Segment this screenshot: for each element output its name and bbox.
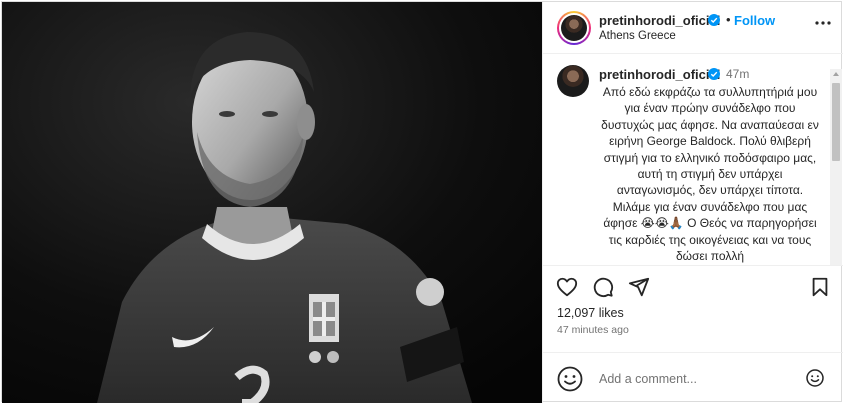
scrollbar-thumb[interactable] [832, 83, 840, 161]
caption-scrollbar[interactable] [830, 69, 842, 265]
caption-text: Από εδώ εκφράζω τα συλλυπητήριά μου για … [601, 85, 823, 264]
post-header: pretinhorodi_oficial • Follow Athens Gre… [543, 2, 843, 54]
post-side-panel: pretinhorodi_oficial • Follow Athens Gre… [542, 2, 843, 403]
bookmark-icon[interactable] [809, 276, 831, 298]
comment-input[interactable] [599, 369, 799, 389]
follow-button[interactable]: Follow [734, 13, 775, 28]
caption-timestamp: 47m [726, 67, 750, 81]
comment-icon[interactable] [592, 276, 614, 298]
post-photo[interactable] [2, 2, 542, 403]
scroll-up-arrow[interactable] [833, 72, 839, 76]
separator-dot: • [726, 12, 731, 27]
verified-icon [708, 14, 720, 26]
player-photo-illustration [2, 2, 542, 403]
author-avatar[interactable] [557, 11, 591, 45]
emoji-icon[interactable] [557, 366, 583, 392]
comment-bar [543, 352, 843, 403]
emoji-picker-icon[interactable] [806, 369, 824, 387]
caption-author-username[interactable]: pretinhorodi_oficial [599, 67, 720, 82]
post-dialog: pretinhorodi_oficial • Follow Athens Gre… [1, 1, 843, 403]
author-username[interactable]: pretinhorodi_oficial [599, 13, 720, 28]
post-timestamp: 47 minutes ago [557, 324, 629, 336]
share-icon[interactable] [628, 276, 650, 298]
post-location[interactable]: Athens Greece [599, 30, 676, 42]
heart-icon[interactable] [556, 276, 578, 298]
verified-icon [708, 68, 720, 80]
likes-count[interactable]: 12,097 likes [557, 306, 624, 320]
caption-author-avatar[interactable] [557, 65, 589, 97]
caption-section: pretinhorodi_oficial 47m Από εδώ εκφράζω… [543, 55, 843, 265]
more-icon[interactable] [814, 20, 832, 26]
post-actions: 12,097 likes 47 minutes ago [543, 265, 843, 343]
